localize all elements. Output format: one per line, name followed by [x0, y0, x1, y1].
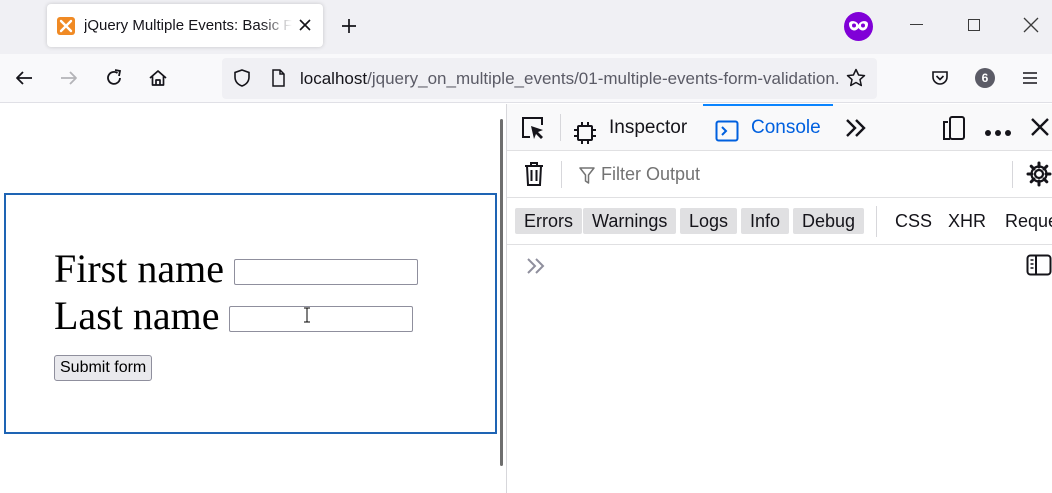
- form-container: First name Last name Submit form: [4, 193, 497, 434]
- window-minimize-icon[interactable]: [910, 24, 923, 25]
- page-scrollbar[interactable]: [500, 119, 503, 466]
- new-tab-icon[interactable]: [340, 17, 358, 35]
- tab-console-label: Console: [751, 117, 821, 138]
- filter-info-button[interactable]: Info: [741, 208, 790, 234]
- browser-tab-active[interactable]: jQuery Multiple Events: Basic Form Valid…: [47, 4, 323, 47]
- tab-inspector-label: Inspector: [609, 117, 688, 138]
- tab-close-icon[interactable]: [297, 17, 313, 33]
- settings-separator: [1012, 161, 1013, 188]
- element-picker-icon[interactable]: [520, 115, 546, 146]
- page-viewport: First name Last name Submit form: [0, 104, 506, 493]
- url-path: /jquery_on_multiple_events/01-multiple-e…: [367, 69, 840, 88]
- console-sidebar-toggle-icon[interactable]: [1026, 254, 1052, 276]
- forward-arrow-icon: [59, 68, 79, 88]
- filter-css-button[interactable]: CSS: [895, 208, 932, 234]
- gear-icon[interactable]: [1026, 161, 1052, 192]
- pocket-icon[interactable]: [930, 68, 950, 88]
- back-arrow-icon[interactable]: [14, 68, 34, 88]
- tab-console[interactable]: Console: [703, 104, 833, 151]
- window-close-icon[interactable]: [1023, 17, 1039, 33]
- window-maximize-icon[interactable]: [968, 19, 980, 31]
- url-text: localhost/jquery_on_multiple_events/01-m…: [300, 69, 840, 89]
- submit-form-button[interactable]: Submit form: [54, 355, 153, 381]
- filter-errors-button[interactable]: Errors: [515, 208, 582, 234]
- reload-icon[interactable]: [104, 68, 124, 88]
- private-browsing-icon: [844, 12, 873, 41]
- first-name-label: First name: [54, 246, 224, 291]
- devtools-panel: Inspector Console Filter Output Errors W…: [506, 104, 1052, 493]
- tab-strip: jQuery Multiple Events: Basic Form Valid…: [0, 0, 1052, 54]
- page-info-icon[interactable]: [268, 68, 288, 88]
- more-options-icon[interactable]: [984, 124, 1012, 142]
- tab-inspector[interactable]: Inspector: [573, 104, 687, 151]
- extensions-badge[interactable]: 6: [975, 68, 995, 88]
- navigation-toolbar: localhost/jquery_on_multiple_events/01-m…: [0, 54, 1052, 103]
- url-host: localhost: [300, 69, 368, 88]
- filter-debug-button[interactable]: Debug: [793, 208, 865, 234]
- last-name-label: Last name: [54, 293, 220, 338]
- console-filter-bar: [507, 151, 1052, 198]
- filter-xhr-button[interactable]: XHR: [948, 208, 986, 234]
- toolbar-separator: [560, 114, 561, 141]
- text-cursor-icon: [303, 307, 311, 323]
- shield-icon[interactable]: [232, 68, 252, 88]
- responsive-design-icon[interactable]: [941, 115, 967, 146]
- xampp-favicon-icon: [57, 17, 75, 35]
- filter-separator: [561, 161, 562, 188]
- filter-output-input[interactable]: [575, 159, 995, 189]
- tab-title: jQuery Multiple Events: Basic Form Valid…: [84, 17, 292, 34]
- level-separator: [876, 206, 877, 237]
- hamburger-menu-icon[interactable]: [1020, 68, 1040, 88]
- first-name-input[interactable]: [234, 259, 418, 285]
- bookmark-star-icon[interactable]: [846, 68, 866, 88]
- devtools-toolbar: Inspector Console: [507, 104, 1052, 151]
- console-level-bar: Errors Warnings Logs Info Debug CSS XHR …: [507, 198, 1052, 245]
- filter-logs-button[interactable]: Logs: [680, 208, 738, 234]
- address-bar[interactable]: localhost/jquery_on_multiple_events/01-m…: [222, 58, 877, 99]
- close-devtools-icon[interactable]: [1030, 117, 1050, 142]
- filter-requests-button[interactable]: Requests: [1005, 208, 1052, 234]
- last-name-input[interactable]: [229, 306, 413, 332]
- console-prompt-chevron-icon: [525, 255, 547, 277]
- trash-icon[interactable]: [523, 161, 545, 192]
- more-tabs-chevron-icon[interactable]: [844, 117, 868, 144]
- filter-warnings-button[interactable]: Warnings: [583, 208, 677, 234]
- home-icon[interactable]: [148, 68, 168, 88]
